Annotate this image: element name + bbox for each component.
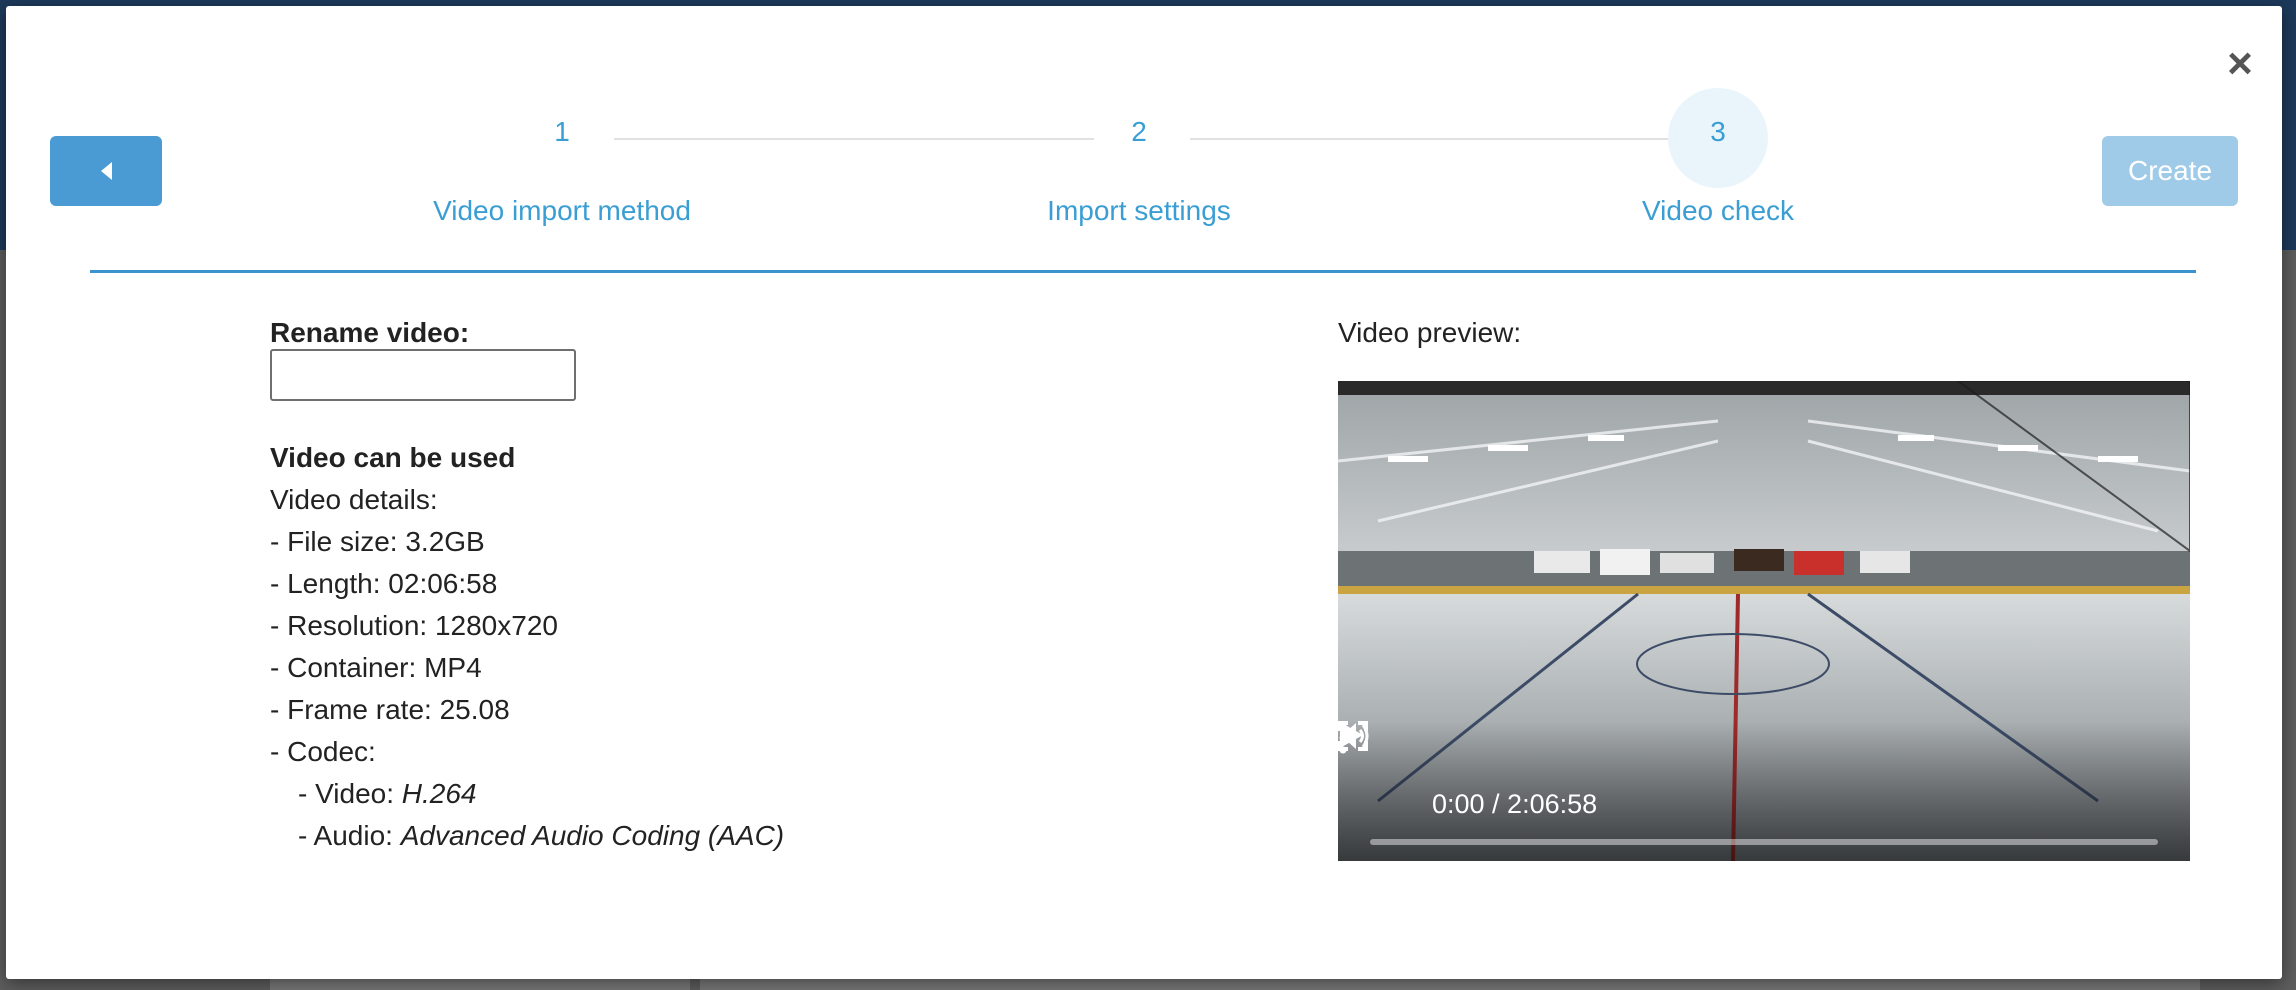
more-options-icon[interactable] <box>1338 721 1348 755</box>
background-element <box>270 978 690 990</box>
step-connector <box>614 138 1094 140</box>
video-player[interactable]: 0:00 / 2:06:58 <box>1338 381 2190 861</box>
video-codec: - Video: H.264 <box>298 778 477 810</box>
preview-label: Video preview: <box>1338 317 1522 348</box>
container: - Container: MP4 <box>270 652 482 683</box>
background-element <box>700 978 2200 990</box>
step-2-label[interactable]: Import settings <box>929 195 1349 227</box>
resolution: - Resolution: 1280x720 <box>270 610 558 641</box>
step-divider <box>90 270 2196 273</box>
step-3-number[interactable]: 3 <box>1688 116 1748 148</box>
back-button[interactable] <box>50 136 162 206</box>
audio-codec: - Audio: Advanced Audio Coding (AAC) <box>298 820 784 852</box>
step-connector <box>1190 138 1670 140</box>
rename-video-input[interactable] <box>270 349 576 401</box>
step-2-number[interactable]: 2 <box>1109 116 1169 148</box>
step-1-number[interactable]: 1 <box>532 116 592 148</box>
video-controls: 0:00 / 2:06:58 <box>1338 721 2190 861</box>
frame-rate: - Frame rate: 25.08 <box>270 694 510 725</box>
video-length: - Length: 02:06:58 <box>270 568 498 599</box>
caret-left-icon <box>100 162 112 180</box>
audio-codec-prefix: - Audio: <box>298 820 401 851</box>
rename-label: Rename video: <box>270 317 470 348</box>
video-codec-value: H.264 <box>401 778 477 809</box>
audio-codec-value: Advanced Audio Coding (AAC) <box>400 820 785 851</box>
video-time: 0:00 / 2:06:58 <box>1432 789 1598 819</box>
step-1-label[interactable]: Video import method <box>352 195 772 227</box>
video-progress-bar[interactable] <box>1370 839 2158 845</box>
step-3-label[interactable]: Video check <box>1508 195 1928 227</box>
close-icon[interactable]: × <box>2222 42 2258 86</box>
import-video-modal: × Create 1 2 3 Video import method Impor… <box>6 6 2282 979</box>
video-status: Video can be used <box>270 442 516 473</box>
create-button[interactable]: Create <box>2102 136 2238 206</box>
details-title: Video details: <box>270 484 438 515</box>
codec: - Codec: <box>270 736 376 767</box>
video-codec-prefix: - Video: <box>298 778 402 809</box>
file-size: - File size: 3.2GB <box>270 526 485 557</box>
